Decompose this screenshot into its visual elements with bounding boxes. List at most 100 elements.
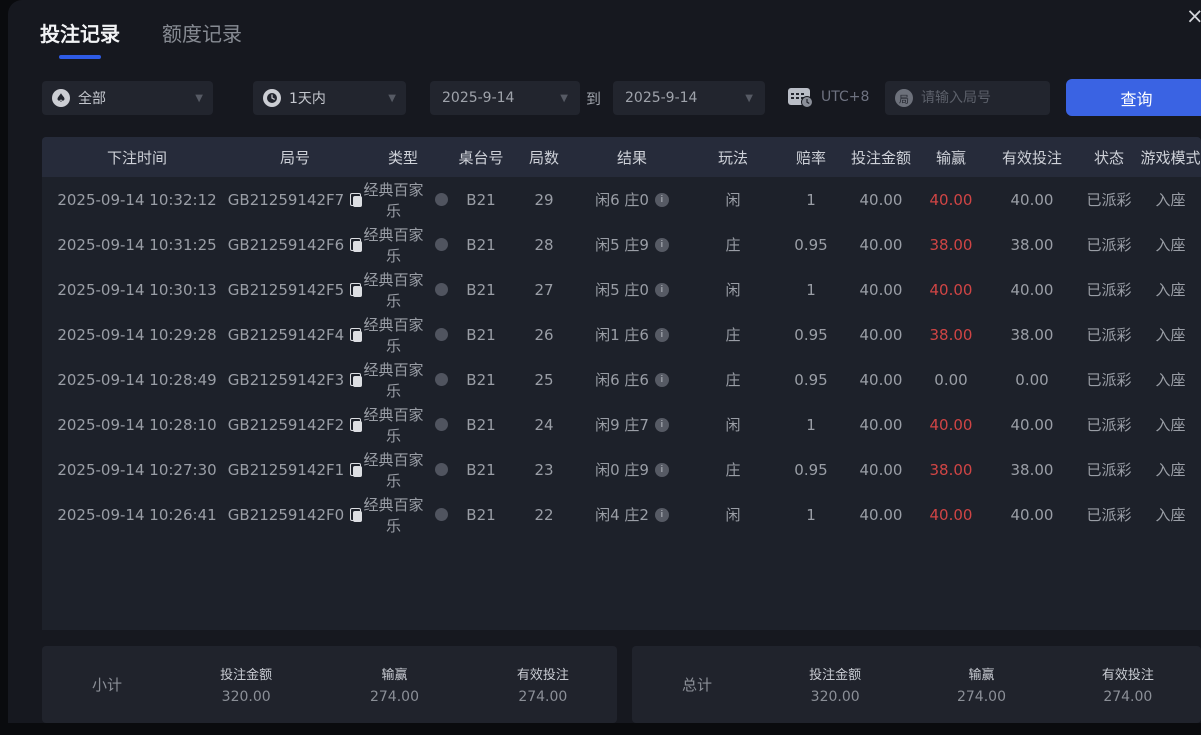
date-to-select[interactable]: 2025-9-14 ▼: [613, 81, 765, 115]
cell-game-mode: 入座: [1140, 459, 1201, 480]
cell-bet-amount: 40.00: [846, 191, 916, 209]
cell-round-id: GB21259142F1: [232, 461, 358, 479]
info-icon[interactable]: i: [655, 508, 669, 522]
cell-bet-amount: 40.00: [846, 371, 916, 389]
cell-table-no: B21: [448, 236, 514, 254]
cell-bet-time: 2025-09-14 10:29:28: [42, 326, 232, 344]
info-icon[interactable]: i: [655, 283, 669, 297]
tab-bar: 投注记录 额度记录: [40, 18, 242, 59]
cell-result: 闲9 庄7i: [574, 414, 690, 435]
cell-play: 闲: [690, 414, 776, 435]
game-type-dot-icon: [435, 373, 448, 386]
cell-bet-time: 2025-09-14 10:28:10: [42, 416, 232, 434]
cell-table-no: B21: [448, 506, 514, 524]
records-table: 下注时间 局号 类型 桌台号 局数 结果 玩法 赔率 投注金额 输赢 有效投注 …: [42, 137, 1201, 630]
tab-quota-records[interactable]: 额度记录: [162, 18, 242, 59]
info-icon[interactable]: i: [655, 193, 669, 207]
filter-bar: ♠ 全部 ▼ 1天内 ▼ 2025-9-14 ▼ 到 2025-9-14 ▼: [0, 81, 1201, 115]
cell-status: 已派彩: [1078, 324, 1140, 345]
summary-bar: 小计 投注金额 320.00 输赢 274.00 有效投注 274.00 总计 …: [42, 646, 1201, 723]
cell-win-loss: 38.00: [916, 461, 986, 479]
copy-icon[interactable]: [350, 283, 362, 297]
cell-odds: 0.95: [776, 371, 846, 389]
game-type-dot-icon: [435, 463, 448, 476]
time-range-value: 1天内: [289, 88, 326, 108]
calendar-clock-icon: [787, 85, 813, 109]
cell-status: 已派彩: [1078, 279, 1140, 300]
col-header-bet-amount: 投注金额: [846, 147, 916, 168]
search-button[interactable]: 查询: [1066, 79, 1201, 116]
cell-round-no: 29: [514, 191, 574, 209]
table-row: 2025-09-14 10:26:41 GB21259142F0 经典百家乐 B…: [42, 492, 1201, 537]
table-row: 2025-09-14 10:31:25 GB21259142F6 经典百家乐 B…: [42, 222, 1201, 267]
col-header-play: 玩法: [690, 147, 776, 168]
cell-table-no: B21: [448, 416, 514, 434]
cell-round-no: 23: [514, 461, 574, 479]
copy-icon[interactable]: [350, 328, 362, 342]
info-icon[interactable]: i: [655, 373, 669, 387]
col-header-type: 类型: [358, 147, 448, 168]
info-icon[interactable]: i: [655, 463, 669, 477]
col-header-status: 状态: [1078, 147, 1140, 168]
cell-valid-bet: 38.00: [986, 461, 1078, 479]
info-icon[interactable]: i: [655, 238, 669, 252]
cell-round-id: GB21259142F2: [232, 416, 358, 434]
copy-icon[interactable]: [350, 193, 362, 207]
cell-result: 闲6 庄6i: [574, 369, 690, 390]
info-icon[interactable]: i: [655, 328, 669, 342]
cell-round-no: 24: [514, 416, 574, 434]
chevron-down-icon: ▼: [195, 93, 203, 104]
cell-valid-bet: 40.00: [986, 191, 1078, 209]
cell-type: 经典百家乐: [358, 404, 448, 446]
cell-odds: 0.95: [776, 326, 846, 344]
round-number-field[interactable]: 局: [885, 81, 1050, 115]
game-type-select[interactable]: ♠ 全部 ▼: [42, 81, 213, 115]
table-row: 2025-09-14 10:28:10 GB21259142F2 经典百家乐 B…: [42, 402, 1201, 447]
copy-icon[interactable]: [350, 508, 362, 522]
cell-win-loss: 40.00: [916, 416, 986, 434]
cell-game-mode: 入座: [1140, 414, 1201, 435]
close-icon[interactable]: ×: [1186, 4, 1201, 28]
cell-bet-amount: 40.00: [846, 281, 916, 299]
col-header-win-loss: 输赢: [916, 147, 986, 168]
cell-type: 经典百家乐: [358, 359, 448, 401]
cell-valid-bet: 38.00: [986, 326, 1078, 344]
col-header-table-no: 桌台号: [448, 147, 514, 168]
cell-odds: 1: [776, 191, 846, 209]
tab-betting-records[interactable]: 投注记录: [40, 18, 120, 59]
cell-play: 庄: [690, 459, 776, 480]
col-header-bet-time: 下注时间: [42, 147, 232, 168]
cell-odds: 1: [776, 281, 846, 299]
round-number-input[interactable]: [921, 90, 1040, 106]
cell-type: 经典百家乐: [358, 269, 448, 311]
cell-result: 闲1 庄6i: [574, 324, 690, 345]
table-row: 2025-09-14 10:32:12 GB21259142F7 经典百家乐 B…: [42, 177, 1201, 222]
game-type-dot-icon: [435, 418, 448, 431]
spade-icon: ♠: [52, 89, 70, 107]
info-icon[interactable]: i: [655, 418, 669, 432]
cell-table-no: B21: [448, 281, 514, 299]
cell-round-id: GB21259142F6: [232, 236, 358, 254]
table-row: 2025-09-14 10:30:13 GB21259142F5 经典百家乐 B…: [42, 267, 1201, 312]
cell-play: 庄: [690, 234, 776, 255]
chevron-down-icon: ▼: [745, 93, 753, 104]
col-header-round-no: 局数: [514, 147, 574, 168]
total-win: 输赢 274.00: [908, 664, 1054, 705]
time-range-select[interactable]: 1天内 ▼: [253, 81, 406, 115]
timezone-label: UTC+8: [821, 89, 869, 105]
date-from-select[interactable]: 2025-9-14 ▼: [430, 81, 580, 115]
cell-table-no: B21: [448, 371, 514, 389]
subtotal-label: 小计: [42, 674, 172, 695]
cell-bet-time: 2025-09-14 10:31:25: [42, 236, 232, 254]
copy-icon[interactable]: [350, 463, 362, 477]
cell-status: 已派彩: [1078, 459, 1140, 480]
game-type-dot-icon: [435, 508, 448, 521]
cell-play: 庄: [690, 369, 776, 390]
copy-icon[interactable]: [350, 418, 362, 432]
copy-icon[interactable]: [350, 238, 362, 252]
copy-icon[interactable]: [350, 373, 362, 387]
cell-valid-bet: 40.00: [986, 416, 1078, 434]
cell-status: 已派彩: [1078, 189, 1140, 210]
cell-bet-amount: 40.00: [846, 326, 916, 344]
cell-type: 经典百家乐: [358, 449, 448, 491]
